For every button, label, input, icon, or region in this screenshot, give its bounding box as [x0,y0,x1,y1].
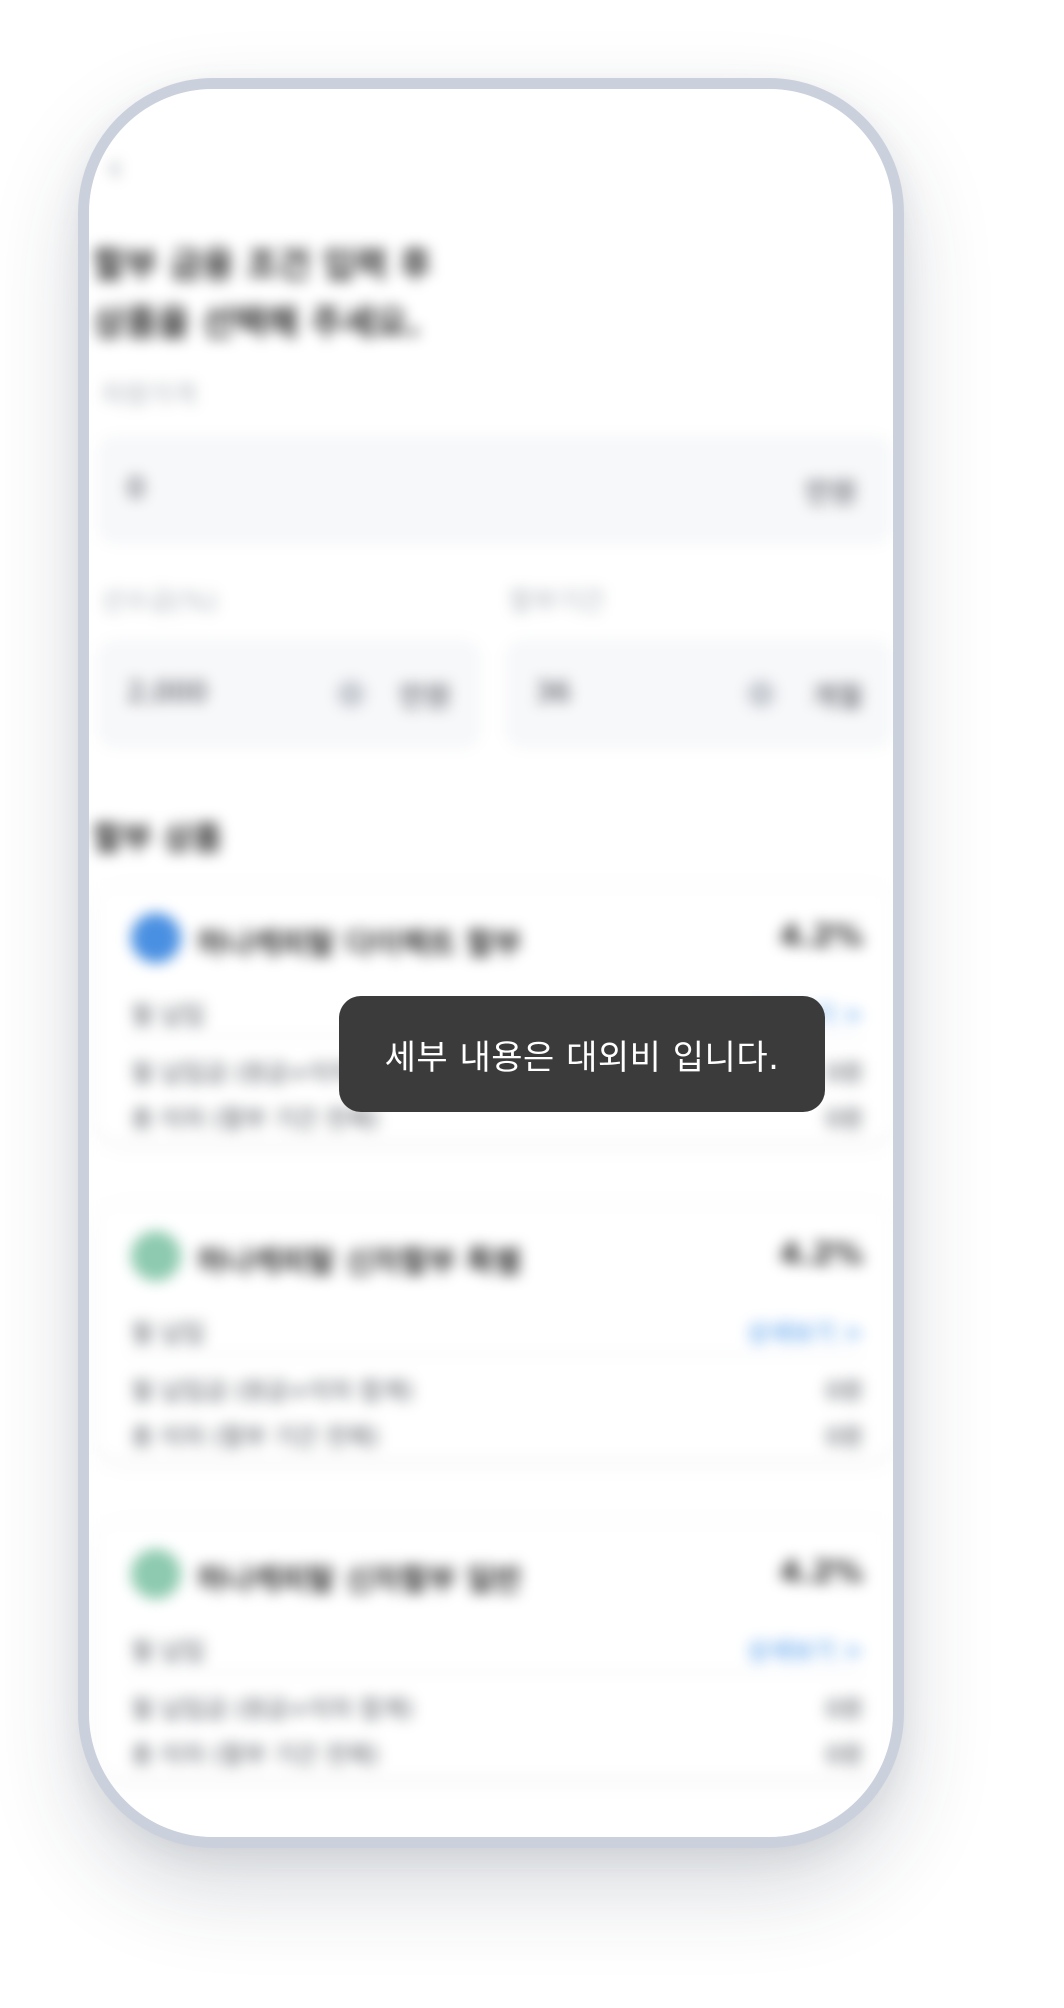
back-button[interactable]: ‹ [107,145,123,191]
page-headline: 할부 금융 조건 입력 후 상품을 선택해 주세요. [93,237,513,353]
bank-logo-icon [131,913,181,963]
product-sub-left: 월 납입 [131,1319,205,1347]
phone-frame: ‹ 할부 금융 조건 입력 후 상품을 선택해 주세요. 차량가격 0 만원 선… [78,78,904,1848]
toast-message: 세부 내용은 대외비 입니다. [384,1037,780,1078]
price-unit: 만원 [805,476,857,509]
product-name: 하나캐피탈 신차할부 특별 [197,1245,522,1280]
product-card[interactable]: 하나캐피탈 신차할부 특별 4.2% 월 납입 상세보기 > 월 납입금 (원금… [97,1207,893,1457]
product-row2-label: 총 이자 (할부 기간 전체) [131,1741,379,1769]
product-detail-link[interactable]: 상세보기 > [747,1313,863,1348]
product-row2-label: 총 이자 (할부 기간 전체) [131,1423,379,1451]
down-payment-value: 2,000 [127,675,208,708]
confidential-toast: 세부 내용은 대외비 입니다. [339,996,825,1112]
divider [127,1353,863,1355]
down-payment-unit: 만원 [399,680,451,713]
product-row2-label: 총 이자 (할부 기간 전체) [131,1105,379,1133]
product-rate: 4.2% [779,1237,863,1272]
term-label: 할부기간 [509,587,605,617]
clear-icon[interactable] [337,680,365,708]
stage: ‹ 할부 금융 조건 입력 후 상품을 선택해 주세요. 차량가격 0 만원 선… [0,0,1064,2008]
product-name: 하나캐피탈 다이렉트 할부 [197,927,522,962]
divider [127,1671,863,1673]
product-row1-value: 0원 [825,1377,863,1405]
product-row2-value: 0원 [825,1105,863,1133]
headline-line-1: 할부 금융 조건 입력 후 [93,246,432,286]
bank-logo-icon [131,1231,181,1281]
product-name: 하나캐피탈 신차할부 일반 [197,1563,522,1598]
product-row1-value: 0원 [825,1695,863,1723]
product-sub-left: 월 납입 [131,1637,205,1665]
product-rate: 4.2% [779,1555,863,1590]
term-value: 36 [535,675,571,708]
section-title: 할부 상품 [93,819,222,857]
price-field[interactable]: 0 만원 [97,435,893,545]
product-row1-value: 0원 [825,1059,863,1087]
product-sub-left: 월 납입 [131,1001,205,1029]
price-value: 0 [127,471,145,504]
product-row2-value: 0원 [825,1741,863,1769]
term-field[interactable]: 36 개월 [505,639,893,749]
down-payment-field[interactable]: 2,000 만원 [97,639,481,749]
down-payment-label: 선수금(%) [101,587,218,617]
bank-logo-icon [131,1549,181,1599]
product-rate: 4.2% [779,919,863,954]
term-unit: 개월 [811,680,863,713]
price-label: 차량가격 [101,381,197,411]
blurred-screen: ‹ 할부 금융 조건 입력 후 상품을 선택해 주세요. 차량가격 0 만원 선… [89,89,893,1837]
clear-icon[interactable] [747,680,775,708]
product-detail-link[interactable]: 상세보기 > [747,1631,863,1666]
product-row1-label: 월 납입금 (원금+이자 합계) [131,1695,414,1723]
product-card[interactable]: 하나캐피탈 신차할부 일반 4.2% 월 납입 상세보기 > 월 납입금 (원금… [97,1525,893,1775]
product-row1-label: 월 납입금 (원금+이자 합계) [131,1377,414,1405]
headline-line-2: 상품을 선택해 주세요. [93,304,421,344]
product-row2-value: 0원 [825,1423,863,1451]
